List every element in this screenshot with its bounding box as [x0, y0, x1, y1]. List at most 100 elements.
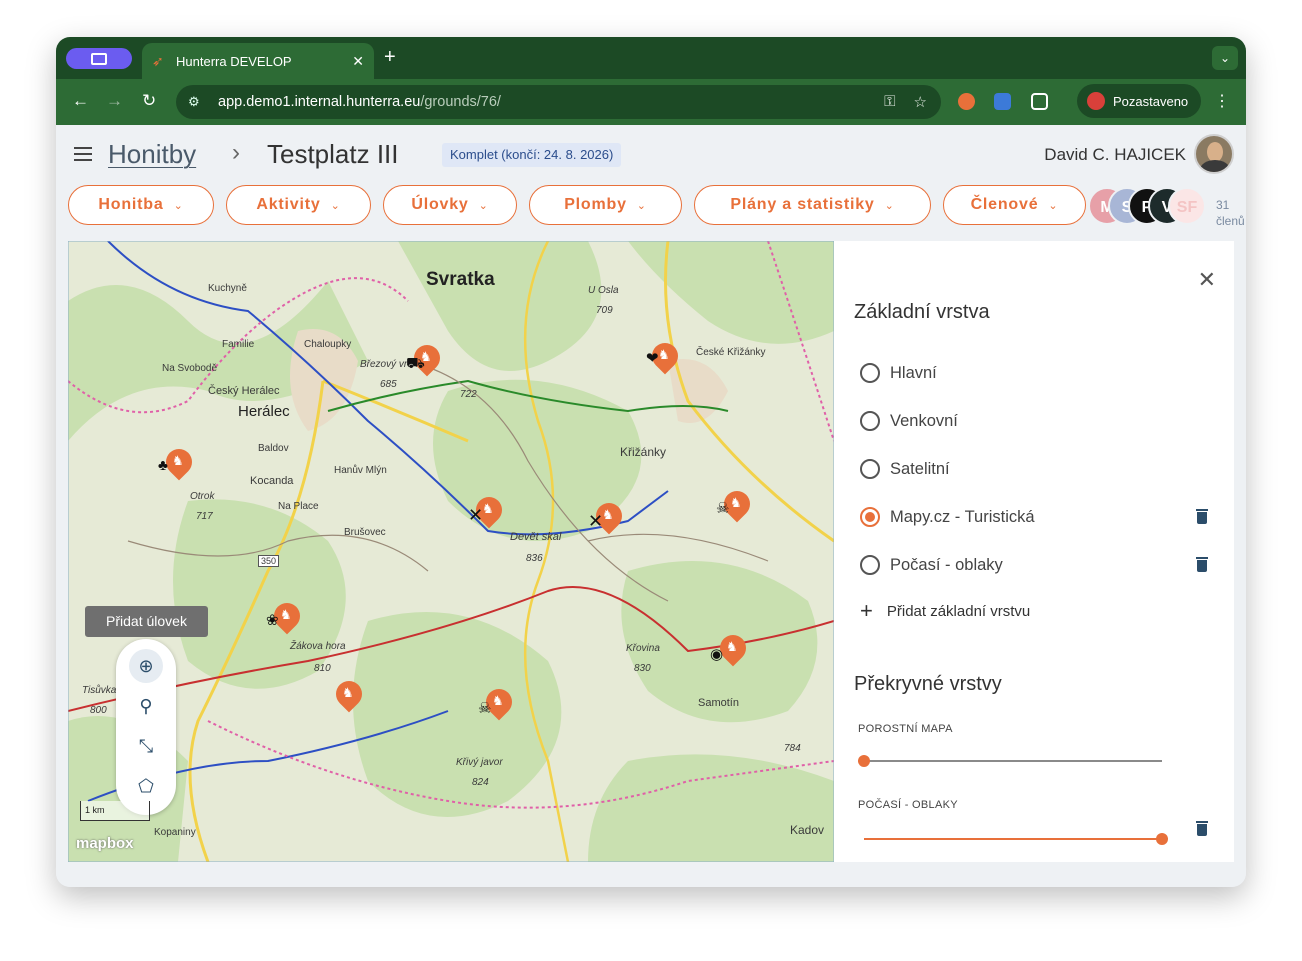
- eye-icon[interactable]: ◉: [710, 645, 723, 663]
- menu-plomby-button[interactable]: Plomby ⌄: [529, 185, 682, 225]
- browser-tab[interactable]: ➶ Hunterra DEVELOP ✕: [142, 43, 374, 79]
- cross-icon[interactable]: ✕: [588, 511, 603, 532]
- map-view[interactable]: Svratka Herálec Český Herálec Křižánky Č…: [68, 241, 834, 862]
- map-base-layer: [68, 241, 834, 862]
- map-label-ceske-krizanky: České Křižánky: [696, 347, 766, 358]
- close-icon[interactable]: ✕: [1198, 267, 1216, 293]
- draw-line-icon[interactable]: ⤡: [129, 729, 163, 763]
- deer-icon: ♞: [280, 607, 292, 622]
- delete-layer-trash-icon[interactable]: [1196, 557, 1208, 572]
- user-name[interactable]: David C. HAJICEK: [1044, 145, 1186, 165]
- menu-label: Plomby: [564, 196, 627, 213]
- mapbox-logo[interactable]: mapbox: [76, 835, 134, 852]
- catch-marker[interactable]: ♞: [714, 629, 752, 667]
- base-layer-option[interactable]: Mapy.cz - Turistická: [860, 505, 1035, 529]
- extension-orange-icon[interactable]: [958, 93, 975, 110]
- map-label-krivy-javor: Křivý javor: [456, 757, 503, 768]
- base-layer-option[interactable]: Satelitní: [860, 457, 950, 481]
- extensions-puzzle-icon[interactable]: [1031, 93, 1048, 110]
- ground-menu-bar: Honitba ⌄ Aktivity ⌄ Úlovky ⌄ Plomby ⌄ Plány…: [68, 185, 1086, 225]
- skull-icon[interactable]: ☠: [716, 499, 729, 517]
- radio-icon[interactable]: [860, 555, 880, 575]
- map-draw-toolbar: ⊕ ⚲ ⤡ ⬠: [116, 639, 176, 815]
- user-avatar[interactable]: [1194, 134, 1234, 174]
- profile-paused-button[interactable]: Pozastaveno: [1077, 84, 1201, 118]
- map-label-krovina-elev: 830: [634, 663, 651, 674]
- add-base-layer-button[interactable]: + Přidat základní vrstvu: [860, 598, 1030, 623]
- map-label-chaloupky: Chaloupky: [304, 339, 352, 350]
- add-pin-icon[interactable]: ⚲: [129, 689, 163, 723]
- menu-aktivity-button[interactable]: Aktivity ⌄: [226, 185, 371, 225]
- radio-icon[interactable]: [860, 459, 880, 479]
- overlay-label: POČASÍ - OBLAKY: [858, 799, 958, 811]
- deer-icon: ♞: [726, 639, 738, 654]
- menu-honitba-button[interactable]: Honitba ⌄: [68, 185, 214, 225]
- menu-label: Úlovky: [411, 196, 469, 213]
- slider-thumb[interactable]: [1156, 833, 1168, 845]
- vehicle-icon[interactable]: ⛟: [406, 355, 425, 374]
- hamburger-menu-icon[interactable]: [74, 147, 92, 165]
- menu-ulovky-button[interactable]: Úlovky ⌄: [383, 185, 517, 225]
- menu-plany-button[interactable]: Plány a statistiky ⌄: [694, 185, 931, 225]
- member-avatars[interactable]: M S P V SF: [1088, 187, 1206, 225]
- base-layer-option[interactable]: Venkovní: [860, 409, 958, 433]
- overlay-opacity-slider[interactable]: [864, 833, 1168, 845]
- plus-icon: +: [860, 598, 873, 623]
- url-host: app.demo1.internal.hunterra.eu: [218, 94, 421, 110]
- chevron-down-icon: ⌄: [636, 199, 647, 212]
- delete-layer-trash-icon[interactable]: [1196, 509, 1208, 524]
- site-settings-icon[interactable]: ⚙: [188, 94, 206, 110]
- slider-thumb[interactable]: [858, 755, 870, 767]
- catch-marker[interactable]: ♞: [330, 675, 368, 713]
- tab-close-icon[interactable]: ✕: [352, 53, 364, 70]
- boar-icon[interactable]: ♣: [158, 457, 168, 474]
- breadcrumb-grounds-link[interactable]: Honitby: [108, 139, 196, 170]
- member-avatar[interactable]: SF: [1168, 187, 1206, 225]
- layer-label: Venkovní: [890, 411, 958, 430]
- browser-menu-icon[interactable]: ⋮: [1214, 91, 1230, 111]
- tab-search-chevron-icon[interactable]: ⌄: [1212, 46, 1238, 70]
- delete-overlay-trash-icon[interactable]: [1196, 821, 1208, 836]
- back-arrow-icon[interactable]: ←: [72, 91, 89, 111]
- address-bar[interactable]: ⚙ app.demo1.internal.hunterra.eu/grounds…: [176, 85, 941, 119]
- deer-icon: ♞: [342, 685, 354, 700]
- draw-polygon-icon[interactable]: ⬠: [129, 769, 163, 803]
- map-label-na-svobode: Na Svobodě: [162, 363, 218, 374]
- map-label-otrok-elev: 717: [196, 511, 213, 522]
- deer-icon: ♞: [482, 501, 494, 516]
- add-catch-button[interactable]: ⊕: [129, 649, 163, 683]
- radio-selected-icon[interactable]: [860, 507, 880, 527]
- deer-icon: ♞: [730, 495, 742, 510]
- map-label-heralec: Herálec: [238, 403, 290, 420]
- reload-icon[interactable]: ↻: [142, 91, 156, 111]
- chevron-down-icon: ⌄: [330, 199, 341, 212]
- map-label-devet-skal: Devět skal: [510, 531, 562, 543]
- radio-icon[interactable]: [860, 411, 880, 431]
- base-layer-option[interactable]: Hlavní: [860, 361, 937, 385]
- skull-icon[interactable]: ☠: [478, 699, 491, 717]
- bookmark-star-icon[interactable]: ☆: [914, 93, 927, 111]
- map-label-krivy-elev: 824: [472, 777, 489, 788]
- overlay-opacity-slider[interactable]: [858, 755, 1162, 767]
- paw-icon[interactable]: ❀: [266, 611, 279, 629]
- extension-notes-icon[interactable]: [994, 93, 1011, 110]
- heart-icon[interactable]: ❤: [646, 349, 659, 367]
- map-scale: 1 km: [80, 801, 150, 821]
- overlay-label: POROSTNÍ MAPA: [858, 723, 953, 735]
- menu-label: Plány a statistiky: [730, 196, 875, 213]
- catch-marker[interactable]: ♞: [160, 443, 198, 481]
- tab-strip: ➶ Hunterra DEVELOP ✕ + ⌄: [56, 37, 1246, 79]
- cross-icon[interactable]: ✕: [468, 505, 483, 526]
- profile-switcher-button[interactable]: [66, 48, 132, 69]
- map-label-722: 722: [460, 389, 477, 400]
- forward-arrow-icon[interactable]: →: [106, 91, 123, 111]
- radio-icon[interactable]: [860, 363, 880, 383]
- menu-clenove-button[interactable]: Členové ⌄: [943, 185, 1086, 225]
- deer-icon: ♞: [172, 453, 184, 468]
- map-label-kocanda: Kocanda: [250, 475, 294, 487]
- member-count[interactable]: 31 členů: [1216, 197, 1245, 229]
- new-tab-button[interactable]: +: [384, 47, 396, 67]
- layer-label: Mapy.cz - Turistická: [890, 507, 1035, 526]
- password-key-icon[interactable]: ⚿: [884, 93, 895, 111]
- base-layer-option[interactable]: Počasí - oblaky: [860, 553, 1003, 577]
